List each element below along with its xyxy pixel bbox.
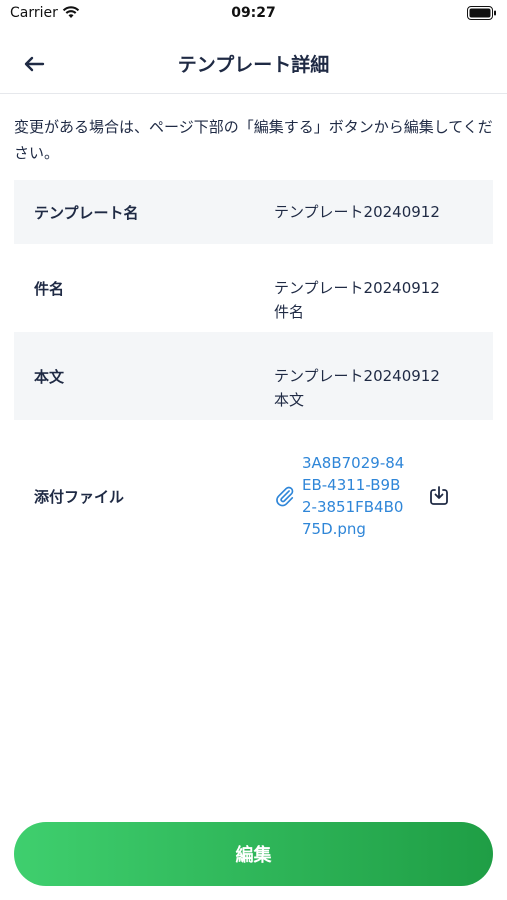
clock: 09:27 (231, 5, 276, 21)
attachment-row: 添付ファイル 3A8B7029-84EB-4311-B9B2-3851FB4B0… (14, 420, 493, 572)
subject-value-text: テンプレート20240912 件名 (274, 279, 440, 321)
subject-row: 件名 テンプレート20240912 件名 (14, 244, 493, 332)
page-title: テンプレート詳細 (177, 54, 330, 76)
template-name-label: テンプレート名 (34, 203, 139, 222)
arrow-left-icon (24, 56, 45, 72)
template-name-value: テンプレート20240912 (274, 203, 440, 221)
attachment-value: 3A8B7029-84EB-4311-B9B2-3851FB4B075D.png (274, 452, 493, 540)
body-label: 本文 (34, 367, 65, 386)
template-name-row: テンプレート名 テンプレート20240912 (14, 180, 493, 244)
body-value-text: テンプレート20240912 本文 (274, 367, 440, 409)
template-detail-list: テンプレート名 テンプレート20240912 件名 テンプレート20240912… (14, 180, 493, 572)
edit-notice: 変更がある場合は、ページ下部の「編集する」ボタンから編集してください。 (14, 118, 493, 162)
body-row: 本文 テンプレート20240912 本文 (14, 332, 493, 420)
subject-value: テンプレート20240912 件名 (274, 252, 493, 324)
back-button[interactable] (16, 48, 52, 80)
subject-label: 件名 (34, 279, 65, 298)
paperclip-icon (276, 486, 294, 507)
download-icon[interactable] (427, 484, 451, 508)
edit-button[interactable]: 編集 (14, 822, 493, 886)
attachment-file-link[interactable]: 3A8B7029-84EB-4311-B9B2-3851FB4B075D.png (302, 452, 407, 540)
battery-icon (467, 6, 496, 20)
attachment-label: 添付ファイル (34, 487, 125, 506)
status-bar: Carrier 09:27 (0, 0, 507, 30)
nav-header: テンプレート詳細 (0, 36, 507, 94)
body-value: テンプレート20240912 本文 (274, 340, 493, 412)
